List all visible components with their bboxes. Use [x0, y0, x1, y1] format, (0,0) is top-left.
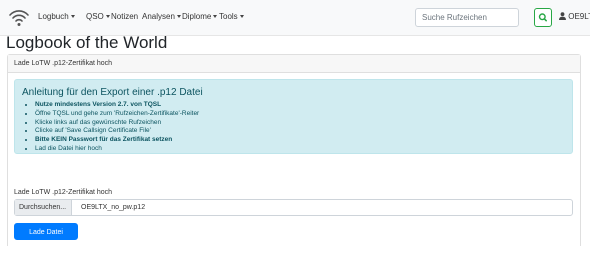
- file-input[interactable]: Durchsuchen... OE9LTX_no_pw.p12: [14, 199, 573, 216]
- search-icon: [538, 13, 547, 22]
- search-button[interactable]: [534, 8, 552, 27]
- instruction-step: Clicke auf 'Save Callsign Certificate Fi…: [35, 127, 199, 136]
- user-icon: [559, 12, 566, 20]
- nav-notizen[interactable]: Notizen: [111, 12, 138, 21]
- nav-analysen-label: Analysen: [142, 12, 175, 21]
- instruction-step: Lad die Datei hier hoch: [35, 145, 199, 154]
- upload-button[interactable]: Lade Datei hoch: [14, 223, 78, 251]
- instruction-step: Öffne TQSL und gehe zum 'Rufzeichen-Zert…: [35, 110, 199, 119]
- nav-notizen-label: Notizen: [111, 12, 139, 21]
- chevron-down-icon: [213, 15, 218, 19]
- chevron-down-icon: [105, 15, 110, 19]
- browse-button[interactable]: Durchsuchen...: [15, 200, 72, 215]
- user-menu[interactable]: OE9LTX: [559, 12, 590, 21]
- nav-qso[interactable]: QSO: [86, 12, 110, 21]
- nav-tools-label: Tools: [219, 12, 238, 21]
- instructions-alert: Anleitung für den Export einer .p12 Date…: [14, 79, 573, 154]
- instructions-title: Anleitung für den Export einer .p12 Date…: [22, 87, 203, 98]
- file-field-label: Lade LoTW .p12-Zertifikat hoch: [14, 189, 113, 196]
- nav-logbuch-label: Logbuch: [38, 12, 69, 21]
- instructions-list: Nutze mindestens Version 2.7. von TQSL Ö…: [22, 101, 199, 154]
- nav-analysen[interactable]: Analysen: [142, 12, 181, 21]
- instruction-step: Bitte KEIN Passwort für das Zertifikat s…: [35, 136, 199, 145]
- callsign-search-input[interactable]: [415, 8, 519, 27]
- nav-diplome-label: Diplome: [182, 12, 212, 21]
- upload-card: Lade LoTW .p12-Zertifikat hoch Anleitung…: [7, 54, 581, 251]
- card-header: Lade LoTW .p12-Zertifikat hoch: [8, 55, 580, 73]
- selected-file-name: OE9LTX_no_pw.p12: [81, 204, 146, 211]
- nav-tools[interactable]: Tools: [219, 12, 244, 21]
- chevron-down-icon: [70, 15, 75, 19]
- wifi-icon[interactable]: [8, 6, 30, 28]
- nav-diplome[interactable]: Diplome: [182, 12, 218, 21]
- nav-qso-label: QSO: [86, 12, 104, 21]
- chevron-down-icon: [239, 15, 244, 19]
- page-title: Logbook of the World: [6, 33, 168, 52]
- instruction-step: Nutze mindestens Version 2.7. von TQSL: [35, 101, 199, 110]
- nav-logbuch[interactable]: Logbuch: [38, 12, 75, 21]
- user-callsign: OE9LTX: [568, 12, 590, 21]
- chevron-down-icon: [176, 15, 181, 19]
- instruction-step: Klicke links auf das gewünschte Rufzeich…: [35, 119, 199, 128]
